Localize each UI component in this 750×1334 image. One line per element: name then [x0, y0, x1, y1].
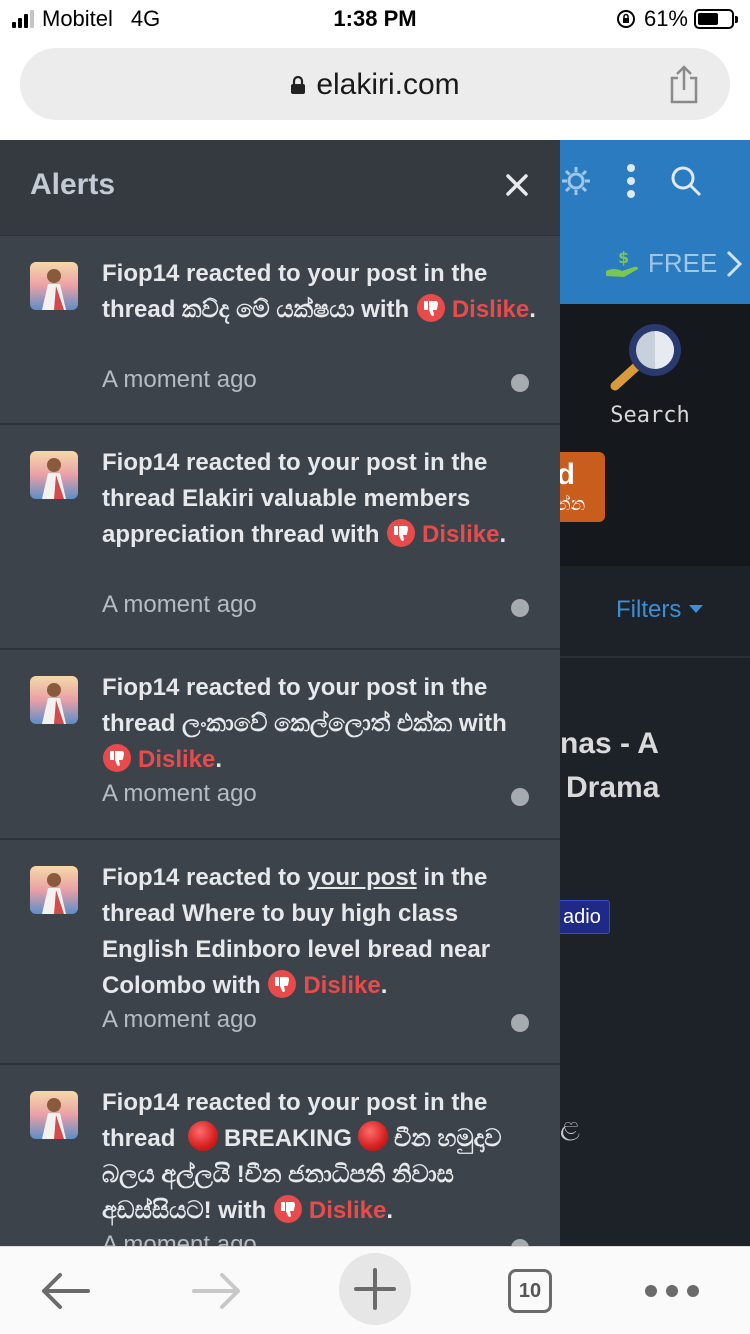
- alerts-title: Alerts: [30, 168, 116, 201]
- alert-text: Fiop14 reacted to your post in the threa…: [102, 864, 491, 999]
- svg-text:$: $: [618, 249, 629, 267]
- post-thread-sublabel: න්න: [556, 494, 586, 514]
- new-tab-button[interactable]: [339, 1253, 411, 1325]
- battery-icon: [694, 9, 738, 29]
- avatar[interactable]: [30, 451, 78, 499]
- tab-switcher-button[interactable]: 10: [498, 1259, 562, 1323]
- caret-down-icon: [689, 605, 704, 613]
- thumbs-down-icon: [416, 294, 445, 322]
- battery-percent: 61%: [643, 6, 688, 31]
- alert-item[interactable]: Fiop14 reacted to your post in the threa…: [0, 840, 560, 1065]
- search-tile-label: Search: [610, 403, 690, 428]
- alert-item[interactable]: Fiop14 reacted to your post in the threa…: [0, 425, 560, 650]
- thread-title-line1: nas - A: [560, 727, 659, 760]
- arrow-left-icon: [42, 1273, 90, 1309]
- close-icon[interactable]: [500, 168, 534, 202]
- free-link[interactable]: FREE: [648, 248, 717, 279]
- share-icon[interactable]: [666, 64, 702, 104]
- search-tile[interactable]: Search: [600, 324, 700, 428]
- alert-time: A moment ago: [102, 1006, 257, 1033]
- post-link[interactable]: your post: [307, 864, 416, 891]
- avatar[interactable]: [30, 1091, 78, 1139]
- breaking-label: BREAKING: [224, 1125, 353, 1152]
- browser-url-area: elakiri.com: [0, 40, 750, 140]
- alert-username[interactable]: Fiop14: [102, 864, 179, 891]
- forward-button[interactable]: [186, 1259, 250, 1323]
- alert-text: Fiop14 reacted to your post in the threa…: [102, 1089, 502, 1224]
- url-text: elakiri.com: [316, 68, 460, 101]
- gear-icon[interactable]: [560, 165, 592, 197]
- avatar[interactable]: [30, 866, 78, 914]
- thumbs-down-icon: [273, 1195, 302, 1223]
- avatar[interactable]: [30, 262, 78, 310]
- unread-dot[interactable]: [511, 1014, 529, 1032]
- dislike-label: Dislike: [303, 972, 381, 999]
- alert-time: A moment ago: [102, 591, 257, 618]
- alert-username[interactable]: Fiop14: [102, 674, 179, 701]
- address-bar[interactable]: elakiri.com: [20, 48, 730, 120]
- alert-username[interactable]: Fiop14: [102, 449, 179, 476]
- alert-item[interactable]: Fiop14 reacted to your post in the threa…: [0, 650, 560, 840]
- browser-toolbar: 10: [0, 1246, 750, 1334]
- status-bar: Mobitel 4G 1:38 PM 61%: [0, 0, 750, 40]
- dislike-label: Dislike: [422, 521, 500, 548]
- padlock-icon: [291, 75, 306, 94]
- avatar[interactable]: [30, 676, 78, 724]
- thread-title-line2: Drama: [566, 771, 660, 804]
- money-hand-icon: $: [606, 249, 638, 277]
- more-horizontal-icon: [645, 1285, 699, 1297]
- alert-time: A moment ago: [102, 366, 257, 393]
- alert-username[interactable]: Fiop14: [102, 1089, 179, 1116]
- unread-dot[interactable]: [511, 1239, 529, 1246]
- filters-label: Filters: [616, 596, 682, 623]
- dislike-label: Dislike: [138, 746, 216, 773]
- unread-dot[interactable]: [511, 599, 529, 617]
- thumbs-down-icon: [103, 744, 131, 772]
- dislike-reaction: Dislike: [102, 744, 216, 773]
- dislike-reaction: Dislike: [267, 970, 381, 999]
- thumbs-down-icon: [387, 519, 416, 547]
- dislike-reaction: Dislike: [416, 294, 530, 323]
- alert-item[interactable]: Fiop14 reacted to your post in the threa…: [0, 1065, 560, 1246]
- dislike-label: Dislike: [308, 1197, 387, 1224]
- orientation-lock-icon: [616, 10, 635, 28]
- filters-dropdown[interactable]: Filters: [616, 596, 704, 624]
- dislike-reaction: Dislike: [273, 1195, 387, 1224]
- dislike-reaction: Dislike: [386, 519, 500, 548]
- menu-button[interactable]: [640, 1259, 704, 1323]
- red-circle-icon: [188, 1121, 219, 1151]
- alerts-header: Alerts: [0, 140, 560, 236]
- background-text: ළ: [560, 1110, 580, 1140]
- alert-time: A moment ago: [102, 1231, 257, 1246]
- back-button[interactable]: [32, 1259, 96, 1323]
- alert-username[interactable]: Fiop14: [102, 260, 179, 287]
- red-circle-icon: [358, 1121, 389, 1151]
- alert-item[interactable]: Fiop14 reacted to your post in the threa…: [0, 236, 560, 425]
- unread-dot[interactable]: [511, 788, 529, 806]
- alert-message: reacted to: [179, 864, 308, 891]
- alert-time: A moment ago: [102, 780, 257, 807]
- chevron-right-icon[interactable]: [725, 249, 743, 279]
- plus-icon: [354, 1268, 396, 1310]
- tab-count: 10: [508, 1269, 552, 1313]
- arrow-right-icon: [192, 1273, 240, 1309]
- alert-text: Fiop14 reacted to your post in the threa…: [102, 260, 536, 323]
- thumbs-down-icon: [268, 970, 297, 998]
- alert-text: Fiop14 reacted to your post in the threa…: [102, 449, 507, 548]
- more-vertical-icon[interactable]: [626, 164, 636, 198]
- unread-dot[interactable]: [511, 374, 529, 392]
- alerts-panel: Alerts Fiop14 reacted to your post in th…: [0, 140, 560, 1246]
- magnifier-icon: [610, 324, 681, 391]
- thread-title[interactable]: nas - A Drama: [560, 722, 659, 810]
- search-icon[interactable]: [670, 165, 702, 197]
- alert-text: Fiop14 reacted to your post in the threa…: [102, 674, 507, 773]
- dislike-label: Dislike: [451, 296, 530, 323]
